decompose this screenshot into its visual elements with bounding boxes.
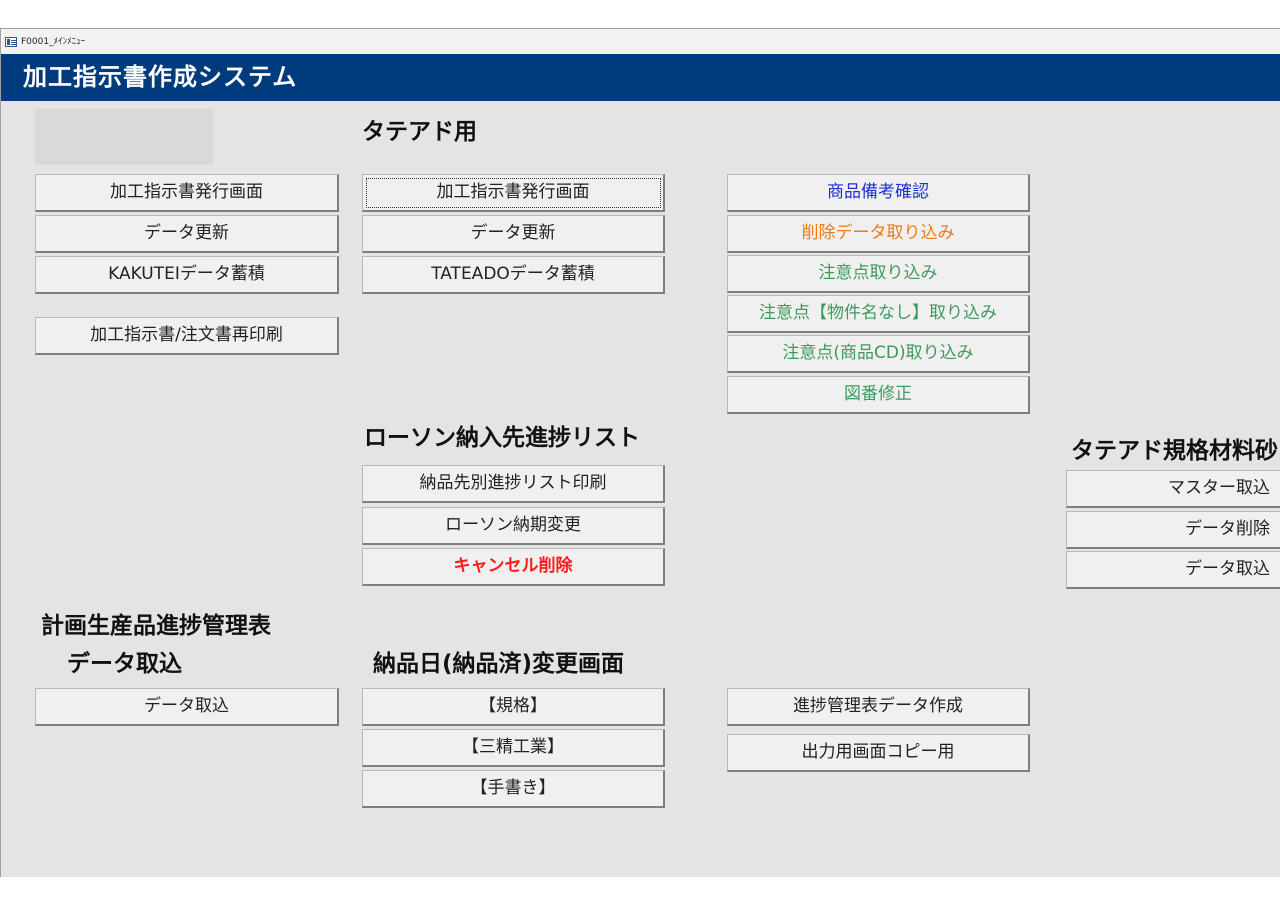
drawing-number-fix-button[interactable]: 図番修正 bbox=[727, 376, 1030, 414]
tateado-accumulate-button[interactable]: TATEADOデータ蓄積 bbox=[362, 256, 665, 294]
issue-instruction-button[interactable]: 加工指示書発行画面 bbox=[35, 174, 339, 212]
delivery-date-heading: 納品日(納品済)変更画面 bbox=[373, 651, 625, 677]
tateado-heading: タテアド用 bbox=[362, 119, 477, 145]
plan-heading-line1: 計画生産品進捗管理表 bbox=[41, 613, 271, 639]
product-notes-button[interactable]: 商品備考確認 bbox=[727, 174, 1030, 212]
materials-data-import-button[interactable]: データ取込 bbox=[1066, 551, 1280, 589]
spec-button[interactable]: 【規格】 bbox=[362, 688, 665, 726]
tateado-issue-instruction-button[interactable]: 加工指示書発行画面 bbox=[362, 174, 665, 212]
handwritten-button[interactable]: 【手書き】 bbox=[362, 770, 665, 808]
lawson-heading: ローソン納入先進捗リスト bbox=[364, 425, 640, 451]
tateado-materials-heading: タテアド規格材料砂 bbox=[1071, 438, 1278, 464]
form-title: F0001_ﾒｲﾝﾒﾆｭｰ bbox=[21, 37, 86, 47]
sansei-button[interactable]: 【三精工業】 bbox=[362, 729, 665, 767]
form-titlebar: F0001_ﾒｲﾝﾒﾆｭｰ bbox=[1, 29, 1280, 54]
form-window: F0001_ﾒｲﾝﾒﾆｭｰ 加工指示書作成システム 加工指示書発行画面 データ更… bbox=[0, 28, 1280, 877]
logo-placeholder bbox=[35, 109, 213, 165]
output-screen-copy-button[interactable]: 出力用画面コピー用 bbox=[727, 734, 1030, 772]
progress-data-create-button[interactable]: 進捗管理表データ作成 bbox=[727, 688, 1030, 726]
plan-data-import-button[interactable]: データ取込 bbox=[35, 688, 339, 726]
kakutei-accumulate-button[interactable]: KAKUTEIデータ蓄積 bbox=[35, 256, 339, 294]
app-title: 加工指示書作成システム bbox=[23, 63, 298, 91]
cancel-delete-button[interactable]: キャンセル削除 bbox=[362, 548, 665, 586]
plan-heading-line2: データ取込 bbox=[67, 651, 182, 677]
app-header: 加工指示書作成システム bbox=[1, 54, 1280, 101]
data-update-button[interactable]: データ更新 bbox=[35, 215, 339, 253]
master-import-button[interactable]: マスター取込 bbox=[1066, 470, 1280, 508]
tateado-data-update-button[interactable]: データ更新 bbox=[362, 215, 665, 253]
form-icon bbox=[5, 37, 17, 47]
lawson-delivery-change-button[interactable]: ローソン納期変更 bbox=[362, 507, 665, 545]
deleted-data-import-button[interactable]: 削除データ取り込み bbox=[727, 215, 1030, 253]
progress-list-print-button[interactable]: 納品先別進捗リスト印刷 bbox=[362, 465, 665, 503]
caution-no-property-import-button[interactable]: 注意点【物件名なし】取り込み bbox=[727, 295, 1030, 333]
caution-product-cd-import-button[interactable]: 注意点(商品CD)取り込み bbox=[727, 335, 1030, 373]
caution-import-button[interactable]: 注意点取り込み bbox=[727, 255, 1030, 293]
reprint-button[interactable]: 加工指示書/注文書再印刷 bbox=[35, 317, 339, 355]
materials-data-delete-button[interactable]: データ削除 bbox=[1066, 511, 1280, 549]
